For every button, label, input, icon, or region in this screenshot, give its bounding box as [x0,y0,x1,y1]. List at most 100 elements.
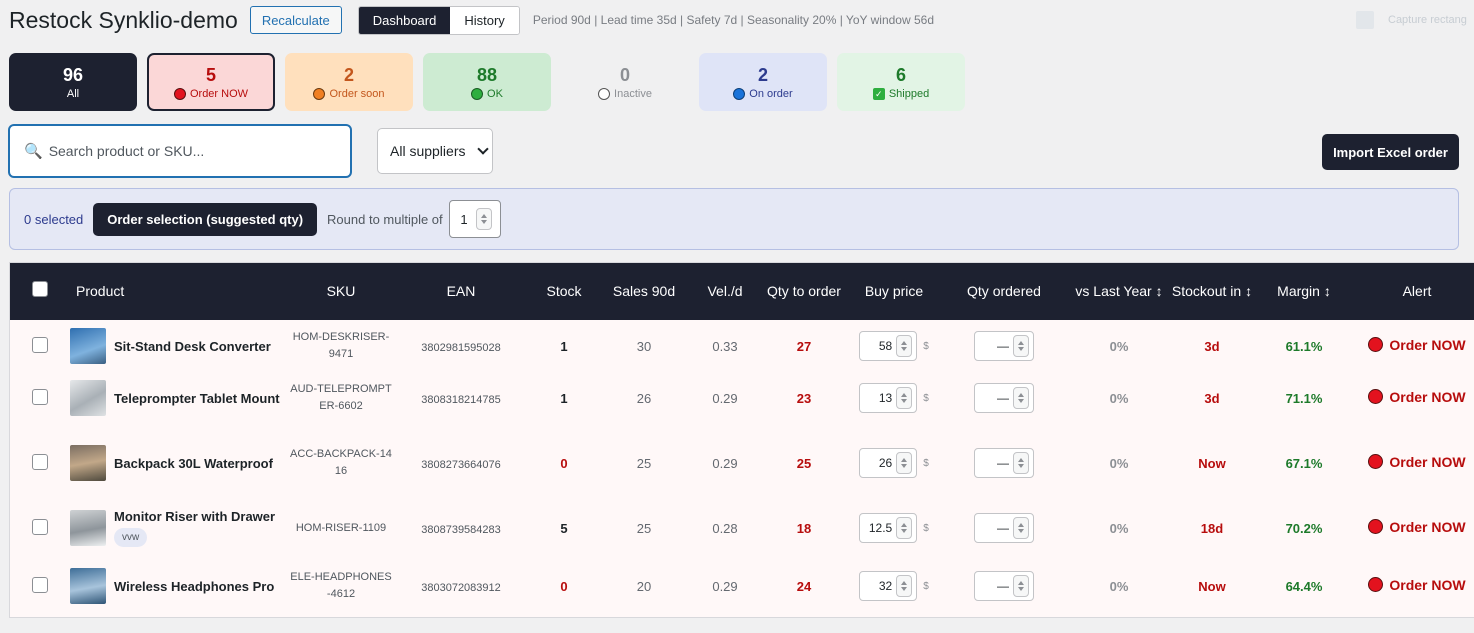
table-header-row: Product SKU EAN Stock Sales 90d Vel./d Q… [10,263,1474,320]
col-stockout[interactable]: Stockout in ↕ [1170,263,1254,320]
spinner-icon[interactable] [1013,387,1029,409]
buy-price-input[interactable]: 12.5 [859,513,918,543]
qty-ordered-input[interactable]: — [974,513,1034,543]
round-multiple-input[interactable]: 1 [448,200,501,238]
table-row: Monitor Riser with Drawer vvw HOM-RISER-1… [10,502,1474,554]
qty-ordered-input[interactable]: — [974,448,1034,478]
search-box: 🔍 [9,125,351,177]
alert-badge: Order NOW [1368,519,1466,535]
stockout-value: Now [1198,578,1226,594]
buy-price-value: 13 [878,391,893,405]
red-dot-icon [1368,389,1384,405]
col-margin[interactable]: Margin ↕ [1254,263,1354,320]
buy-price-input[interactable]: 32 [859,571,918,601]
filter-card-ok[interactable]: 88 OK [423,53,551,111]
spinner-icon[interactable] [1013,575,1029,597]
stock-value: 1 [560,338,568,354]
margin-value: 61.1% [1285,338,1323,354]
row-checkbox[interactable] [32,336,48,353]
col-ean: EAN [392,263,530,320]
qty-ordered-input[interactable]: — [974,383,1034,413]
qty-ordered-value: — [997,521,1009,535]
alert-badge: Order NOW [1368,337,1466,353]
checkbox-icon: ✓ [872,87,885,100]
red-dot-icon [1368,577,1384,593]
import-excel-button[interactable]: Import Excel order [1322,134,1459,170]
product-name[interactable]: Monitor Riser with Drawer [114,509,275,524]
vs-last-year-value: 0% [1109,455,1129,471]
row-checkbox[interactable] [32,518,48,535]
recalculate-button[interactable]: Recalculate [249,6,342,34]
selected-count: 0 selected [24,211,84,227]
qty-ordered-input[interactable]: — [974,571,1034,601]
ean-value: 3803072083912 [421,581,501,594]
filter-card-on-order[interactable]: 2 On order [699,53,827,111]
spinner-icon[interactable] [1013,335,1029,357]
buy-price-input[interactable]: 26 [859,448,918,478]
margin-value: 71.1% [1285,390,1323,406]
buy-price-field: 13 $ [859,383,929,413]
buy-price-value: 32 [878,579,893,593]
stockout-value: 3d [1204,338,1220,354]
chevron-down-icon [477,143,490,155]
product-name[interactable]: Sit-Stand Desk Converter [114,339,271,354]
page-title: Restock Synklio-demo [9,6,238,33]
card-count: 6 [895,64,906,85]
buy-price-value: 12.5 [868,521,893,535]
buy-price-value: 26 [878,456,893,470]
spinner-icon[interactable] [896,335,913,357]
filter-card-order-soon[interactable]: 2 Order soon [285,53,413,111]
velocity-value: 0.29 [712,578,738,594]
red-dot-icon [1368,519,1384,535]
col-sales: Sales 90d [598,263,690,320]
tab-dashboard[interactable]: Dashboard [358,6,451,34]
product-name[interactable]: Backpack 30L Waterproof [114,456,273,471]
filter-card-shipped[interactable]: 6 ✓ Shipped [837,53,965,111]
tab-history[interactable]: History [450,6,519,34]
buy-price-input[interactable]: 58 [859,331,918,361]
alert-label: Order NOW [1389,453,1466,470]
spinner-icon[interactable] [1013,517,1029,539]
order-selection-button[interactable]: Order selection (suggested qty) [93,202,318,236]
product-name[interactable]: Wireless Headphones Pro [114,579,274,594]
row-checkbox[interactable] [32,388,48,405]
orange-dot-icon [313,87,326,100]
capture-rectangle-button[interactable]: Capture rectang [1356,10,1474,30]
buy-price-field: 32 $ [859,571,929,601]
stockout-value: 3d [1204,390,1220,406]
empty-circle-icon [598,87,611,100]
spinner-icon[interactable] [475,208,492,230]
qty-to-order-value: 25 [796,455,812,471]
qty-ordered-input[interactable]: — [974,331,1034,361]
alert-badge: Order NOW [1368,389,1466,405]
card-count: 88 [476,64,498,85]
spinner-icon[interactable] [1013,452,1029,474]
vs-last-year-value: 0% [1109,520,1129,536]
sales-value: 20 [636,578,652,594]
spinner-icon[interactable] [896,575,913,597]
capture-icon [1356,11,1374,29]
row-checkbox[interactable] [32,576,48,593]
sku-value: AUD-TELEPROMPTER-6602 [290,383,392,412]
row-checkbox[interactable] [32,453,48,470]
card-label: Inactive [614,87,652,100]
product-thumbnail [70,445,106,481]
spinner-icon[interactable] [896,387,913,409]
buy-price-field: 12.5 $ [859,513,929,543]
product-name[interactable]: Teleprompter Tablet Mount [114,391,280,406]
spinner-icon[interactable] [896,452,913,474]
supplier-select[interactable]: All suppliers [377,128,493,174]
filter-card-all[interactable]: 96 All [9,53,137,111]
card-label: Order soon [329,87,385,100]
restock-table: Product SKU EAN Stock Sales 90d Vel./d Q… [9,262,1474,618]
filter-card-inactive[interactable]: 0 Inactive [561,53,689,111]
buy-price-input[interactable]: 13 [859,383,918,413]
col-buy-price: Buy price [848,263,940,320]
spinner-icon[interactable] [896,517,913,539]
select-all-checkbox[interactable] [32,281,48,297]
selection-bar: 0 selected Order selection (suggested qt… [9,188,1459,250]
margin-value: 64.4% [1285,578,1323,594]
filter-card-order-now[interactable]: 5 Order NOW [147,53,275,111]
col-vs-last-year[interactable]: vs Last Year ↕ [1068,263,1170,320]
search-input[interactable] [48,143,329,159]
